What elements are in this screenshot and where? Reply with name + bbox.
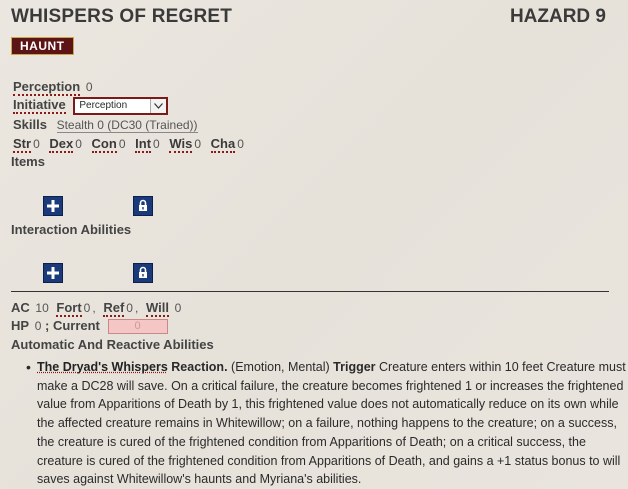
initiative-select[interactable]: Perception <box>73 97 169 115</box>
current-hp-label: ; Current <box>45 318 100 333</box>
bullet-marker: • <box>26 359 31 375</box>
will-label[interactable]: Will <box>145 300 169 317</box>
ability-cha-value: 0 <box>237 137 244 151</box>
hp-value: 0 <box>34 319 42 333</box>
current-hp-input[interactable]: 0 <box>107 319 168 335</box>
skills-row: Skills Stealth 0 (DC30 (Trained)) <box>13 117 198 133</box>
reaction-name[interactable]: The Dryad's Whispers <box>37 360 168 374</box>
perception-value: 0 <box>85 80 93 94</box>
hp-row: HP 0 ; Current 0 <box>11 318 168 335</box>
fort-value: 0 <box>83 301 91 315</box>
ability-dex: Dex 0 <box>49 136 82 153</box>
plus-icon <box>44 267 62 279</box>
ability-cha: Cha 0 <box>210 136 244 153</box>
ability-str: Str 0 <box>13 136 40 153</box>
hp-label: HP <box>11 318 30 333</box>
skills-label: Skills <box>13 117 47 132</box>
ability-str-label[interactable]: Str <box>13 136 32 153</box>
ac-value: 10 <box>35 301 49 315</box>
initiative-label[interactable]: Initiative <box>13 97 66 115</box>
ability-dex-value: 0 <box>75 137 82 151</box>
defense-row: AC 10 Fort 0, Ref 0, Will 0 <box>11 300 182 317</box>
title-row: WHISPERS OF REGRET HAZARD 9 <box>11 6 606 32</box>
plus-icon <box>44 200 62 212</box>
initiative-row: Initiative Perception <box>13 97 169 115</box>
ability-cha-label[interactable]: Cha <box>210 136 236 153</box>
trigger-label: Trigger <box>333 360 376 374</box>
reaction-traits: (Emotion, Mental) <box>231 360 330 374</box>
hazard-name: WHISPERS OF REGRET <box>11 6 233 27</box>
fort-label[interactable]: Fort <box>56 300 82 317</box>
lock-items-button[interactable] <box>133 196 153 216</box>
hazard-level: HAZARD 9 <box>509 6 606 27</box>
lock-icon <box>134 199 152 212</box>
perception-row: Perception 0 <box>13 79 93 96</box>
ability-wis: Wis 0 <box>169 136 202 153</box>
ability-wis-label[interactable]: Wis <box>169 136 193 153</box>
stat-block: WHISPERS OF REGRET HAZARD 9 HAUNT Percep… <box>0 0 628 489</box>
ability-con: Con 0 <box>91 136 126 153</box>
interaction-abilities-heading: Interaction Abilities <box>11 222 132 237</box>
reaction-description: Creature enters within 10 feet Creature … <box>37 360 626 487</box>
ref-value: 0 <box>126 301 133 315</box>
ac-label: AC <box>11 300 30 315</box>
reaction-action: Reaction. <box>171 360 228 374</box>
automatic-abilities-heading: Automatic And Reactive Abilities <box>11 337 214 352</box>
ability-str-value: 0 <box>33 137 40 151</box>
ability-con-value: 0 <box>118 137 126 151</box>
perception-label[interactable]: Perception <box>13 79 81 96</box>
ability-con-label[interactable]: Con <box>91 136 117 153</box>
lock-icon <box>134 266 152 279</box>
section-divider <box>11 291 609 292</box>
chevron-down-icon[interactable] <box>150 99 167 113</box>
will-value: 0 <box>174 301 182 315</box>
reaction-ability: The Dryad's Whispers Reaction. (Emotion,… <box>37 358 627 489</box>
ability-dex-label[interactable]: Dex <box>49 136 74 153</box>
ability-int: Int 0 <box>135 136 160 153</box>
lock-interaction-button[interactable] <box>133 263 153 283</box>
add-item-button[interactable] <box>43 196 63 216</box>
ability-int-value: 0 <box>153 137 160 151</box>
items-heading: Items <box>11 154 45 169</box>
ability-int-label[interactable]: Int <box>135 136 152 153</box>
skill-stealth[interactable]: Stealth 0 (DC30 (Trained)) <box>56 118 198 133</box>
trait-badge-haunt: HAUNT <box>11 37 74 55</box>
initiative-selected-value: Perception <box>79 100 128 111</box>
ability-scores-row: Str 0 Dex 0 Con 0 Int 0 Wis 0 Cha 0 <box>13 136 250 153</box>
add-interaction-button[interactable] <box>43 263 63 283</box>
ref-label[interactable]: Ref <box>103 300 125 317</box>
ability-wis-value: 0 <box>194 137 202 151</box>
